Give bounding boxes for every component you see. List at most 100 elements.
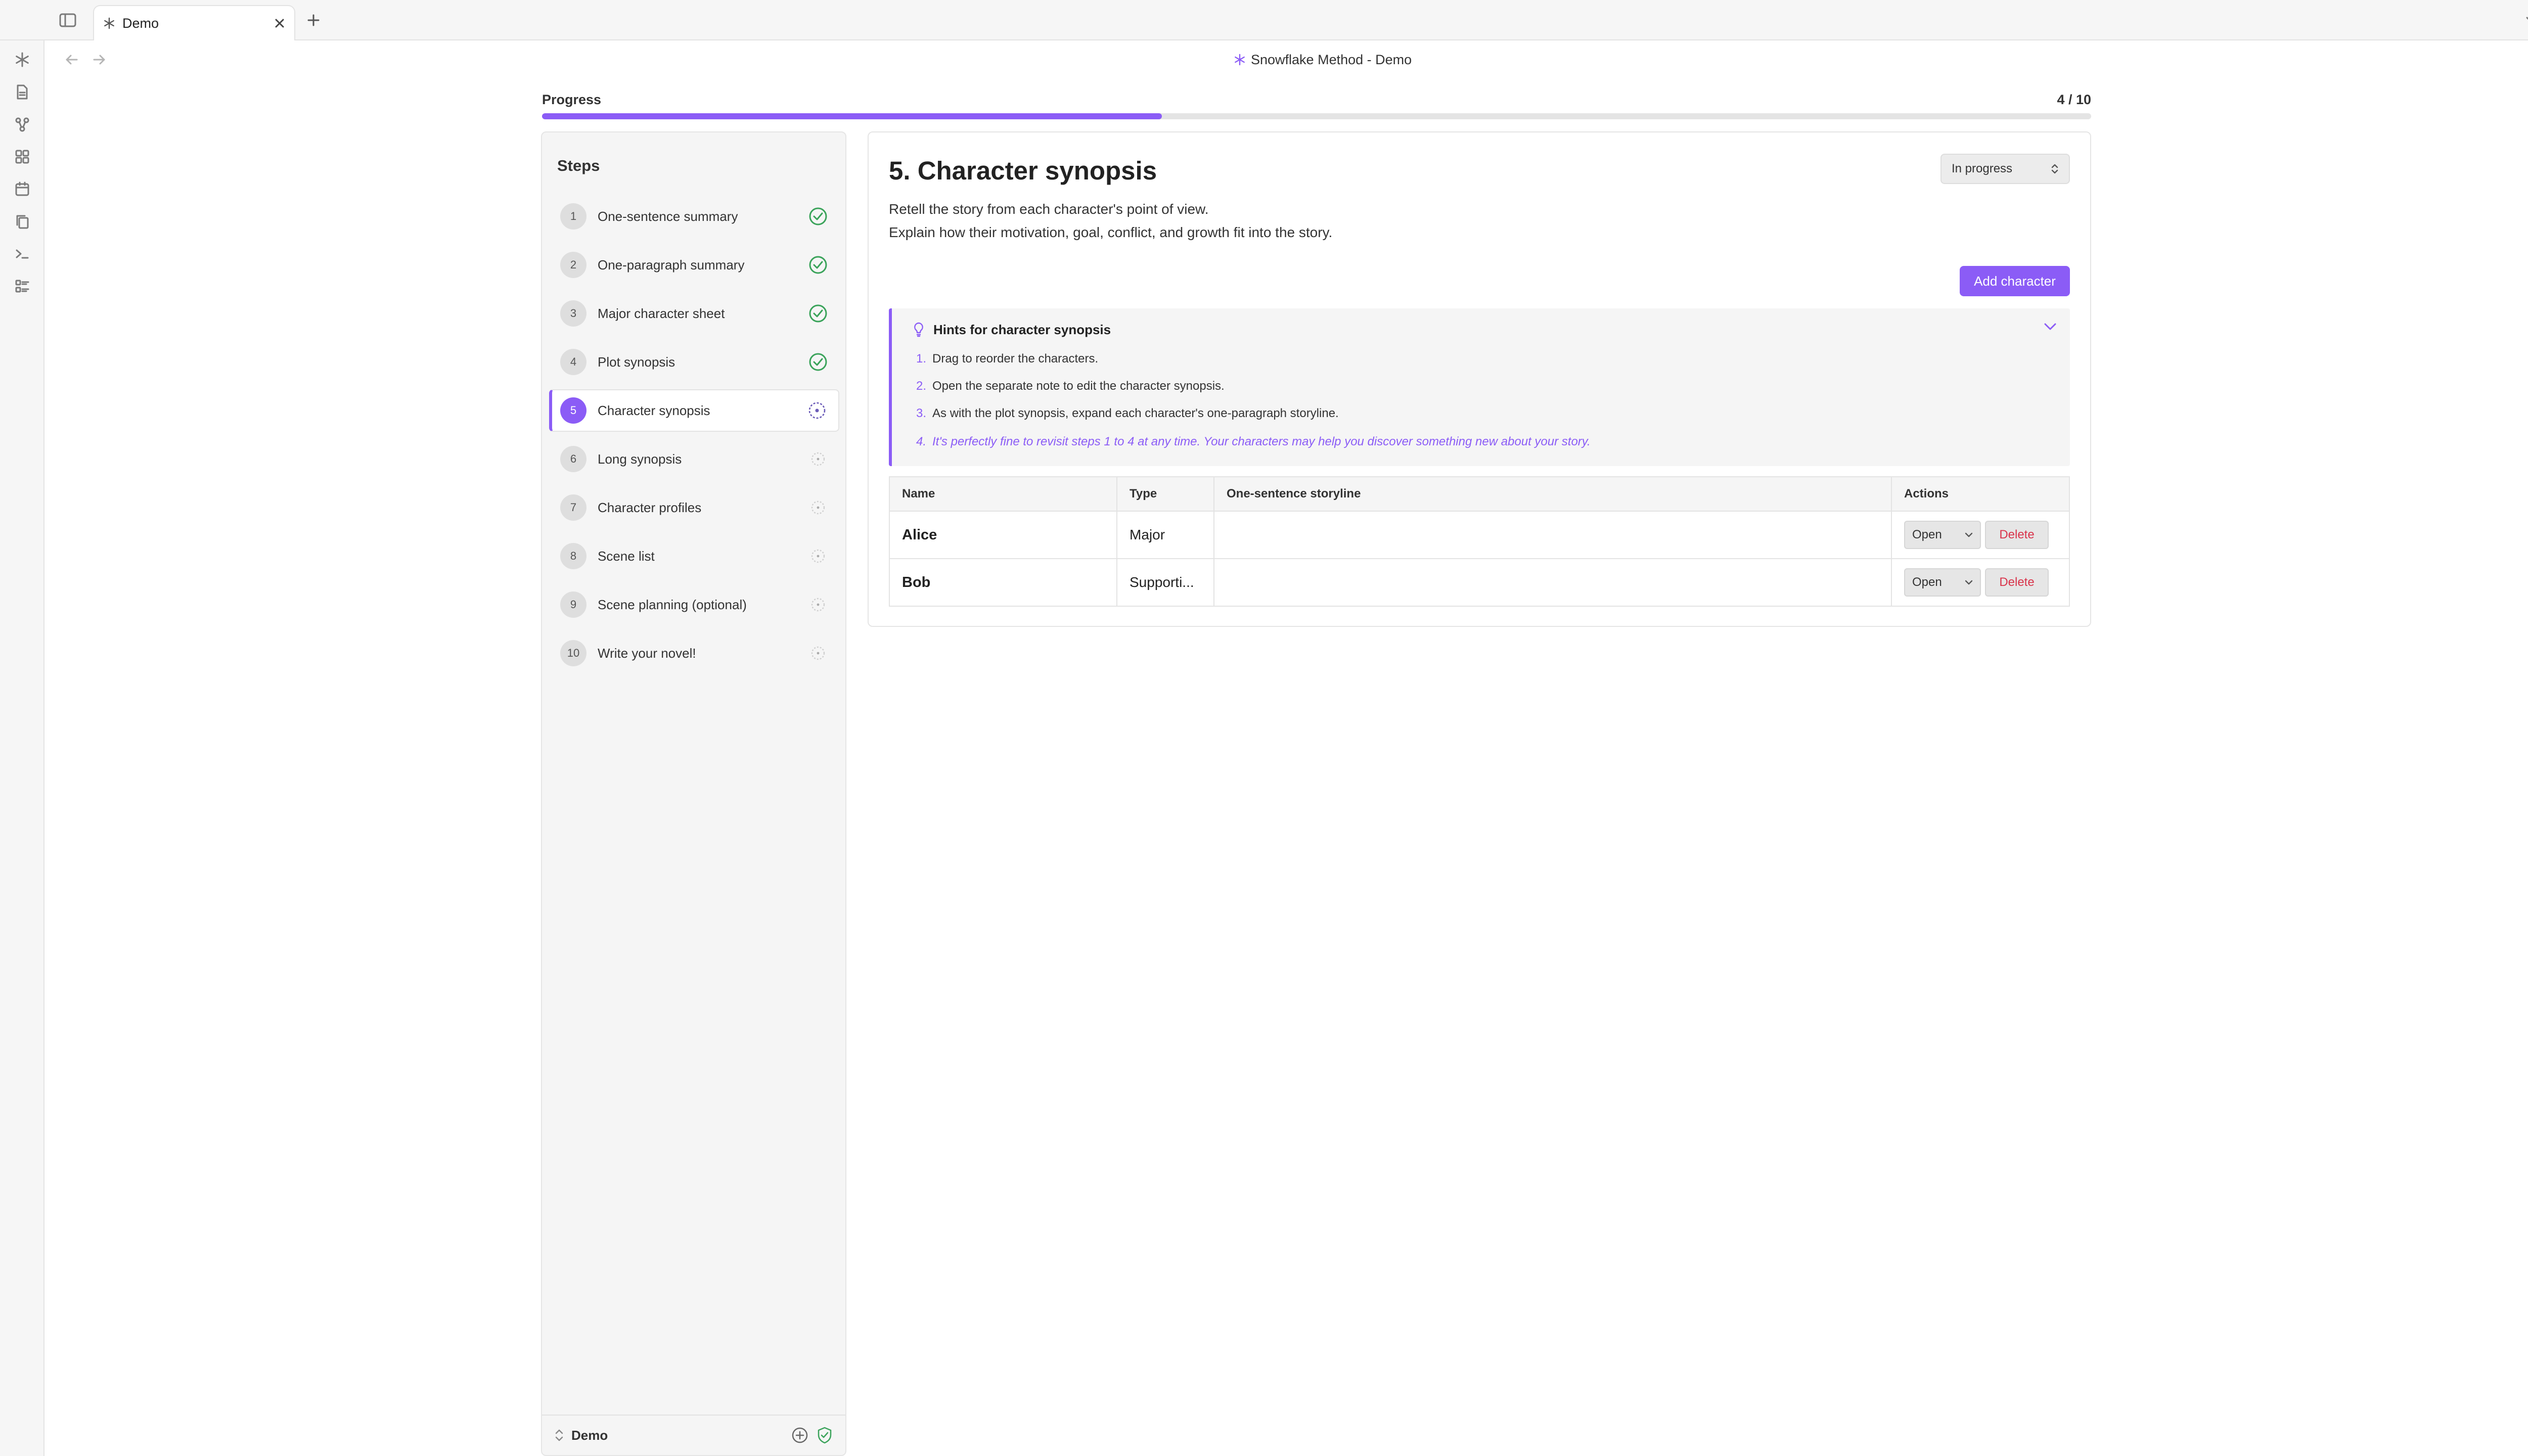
row-actions: Open Delete (1892, 559, 2069, 606)
switch-project-icon[interactable] (554, 1428, 564, 1442)
character-type[interactable]: Major (1117, 512, 1214, 558)
step-label: Character profiles (598, 499, 702, 515)
step-item-1[interactable]: 1 One-sentence summary (549, 195, 839, 238)
table-row[interactable]: Alice Major Open Delete (890, 512, 2069, 559)
terminal-icon[interactable] (11, 243, 33, 265)
forward-arrow-icon[interactable] (90, 51, 108, 69)
hints-header[interactable]: Hints for character synopsis (912, 322, 1111, 338)
pending-icon (807, 642, 829, 664)
table-header-row: Name Type One-sentence storyline Actions (890, 477, 2069, 512)
tab-title: Demo (122, 15, 159, 31)
close-icon[interactable] (274, 18, 285, 29)
status-select[interactable]: In progress (1940, 154, 2070, 184)
chevron-down-icon[interactable] (2523, 11, 2528, 29)
step-label: Character synopsis (598, 402, 710, 418)
hint-item: 1. Drag to reorder the characters. (916, 352, 1098, 366)
progress-count: 4 / 10 (2057, 92, 2091, 107)
step-label: Major character sheet (598, 305, 725, 321)
checklist-icon[interactable] (11, 275, 33, 297)
open-button[interactable]: Open (1904, 568, 1981, 597)
in-progress-icon (806, 399, 828, 422)
copy-icon[interactable] (11, 210, 33, 233)
new-tab-icon[interactable] (303, 10, 324, 30)
check-circle-icon (807, 254, 829, 276)
delete-button[interactable]: Delete (1985, 521, 2049, 549)
status-select-value: In progress (1952, 162, 2013, 175)
step-number: 1 (560, 203, 586, 230)
progress-label: Progress (542, 92, 602, 107)
step-item-3[interactable]: 3 Major character sheet (549, 292, 839, 335)
note-title-text: Snowflake Method - Demo (1251, 52, 1412, 67)
step-item-10[interactable]: 10 Write your novel! (549, 632, 839, 674)
step-number: 10 (560, 640, 586, 666)
hint-number: 4. (916, 435, 927, 448)
snowflake-icon[interactable] (11, 49, 33, 71)
step-label: Write your novel! (598, 645, 696, 661)
sidebar-toggle-icon[interactable] (57, 10, 79, 30)
hint-number: 3. (916, 406, 927, 420)
check-circle-icon (807, 205, 829, 228)
character-name[interactable]: Bob (890, 559, 1117, 606)
step-title: 5. Character synopsis (889, 156, 1157, 185)
step-item-2[interactable]: 2 One-paragraph summary (549, 244, 839, 286)
calendar-icon[interactable] (11, 178, 33, 200)
step-number: 5 (560, 397, 586, 424)
chevron-down-icon[interactable] (2044, 323, 2057, 331)
step-item-8[interactable]: 8 Scene list (549, 535, 839, 577)
step-number: 4 (560, 349, 586, 375)
pending-icon (807, 594, 829, 616)
snowflake-icon (103, 17, 115, 29)
grid-icon[interactable] (11, 146, 33, 168)
character-storyline[interactable] (1214, 559, 1892, 606)
hint-item: 3. As with the plot synopsis, expand eac… (916, 406, 1339, 421)
hints-title: Hints for character synopsis (933, 322, 1111, 337)
add-circle-icon[interactable] (791, 1426, 809, 1444)
step-label: Scene list (598, 548, 655, 564)
hint-item: 4. It's perfectly fine to revisit steps … (916, 435, 1591, 449)
file-icon[interactable] (11, 81, 33, 103)
step-item-5[interactable]: 5 Character synopsis (549, 389, 839, 432)
step-card: 5. Character synopsis In progress Retell… (868, 131, 2091, 627)
step-number: 8 (560, 543, 586, 569)
step-item-9[interactable]: 9 Scene planning (optional) (549, 583, 839, 626)
graph-icon[interactable] (11, 113, 33, 135)
check-circle-icon (807, 302, 829, 325)
description-line: Retell the story from each character's p… (889, 201, 1209, 217)
character-storyline[interactable] (1214, 512, 1892, 558)
step-item-4[interactable]: 4 Plot synopsis (549, 341, 839, 383)
step-item-6[interactable]: 6 Long synopsis (549, 438, 839, 480)
delete-button[interactable]: Delete (1985, 568, 2049, 597)
character-type[interactable]: Supporti... (1117, 559, 1214, 606)
hint-number: 2. (916, 379, 927, 393)
hints-callout: Hints for character synopsis 1. Drag to … (889, 308, 2070, 466)
column-header-type[interactable]: Type (1117, 477, 1214, 511)
tab-demo[interactable]: Demo (93, 5, 295, 40)
description-line: Explain how their motivation, goal, conf… (889, 224, 1333, 240)
step-item-7[interactable]: 7 Character profiles (549, 486, 839, 529)
chevron-down-icon (1965, 580, 1973, 585)
character-name[interactable]: Alice (890, 512, 1117, 558)
steps-title: Steps (557, 157, 600, 174)
open-button[interactable]: Open (1904, 521, 1981, 549)
note-title: Snowflake Method - Demo (1234, 50, 1412, 70)
table-row[interactable]: Bob Supporti... Open Delete (890, 559, 2069, 606)
column-header-storyline[interactable]: One-sentence storyline (1214, 477, 1892, 511)
steps-panel: Steps 1 One-sentence summary 2 One-paragrap… (541, 131, 846, 1456)
hint-text: As with the plot synopsis, expand each c… (932, 406, 1339, 420)
back-arrow-icon[interactable] (63, 51, 81, 69)
step-label: One-paragraph summary (598, 257, 745, 272)
step-number: 2 (560, 252, 586, 278)
snowflake-icon (1234, 54, 1246, 66)
step-label: Plot synopsis (598, 354, 675, 370)
column-header-name[interactable]: Name (890, 477, 1117, 511)
shield-check-icon[interactable] (816, 1426, 833, 1444)
step-number: 6 (560, 446, 586, 472)
add-character-button[interactable]: Add character (1960, 266, 2070, 296)
pending-icon (807, 545, 829, 567)
characters-table: Name Type One-sentence storyline Actions… (889, 476, 2070, 607)
steps-footer: Demo (542, 1415, 845, 1455)
hint-item: 2. Open the separate note to edit the ch… (916, 379, 1225, 393)
hint-text: It's perfectly fine to revisit steps 1 t… (932, 435, 1591, 448)
open-button-label: Open (1912, 575, 1942, 589)
step-number: 7 (560, 494, 586, 521)
